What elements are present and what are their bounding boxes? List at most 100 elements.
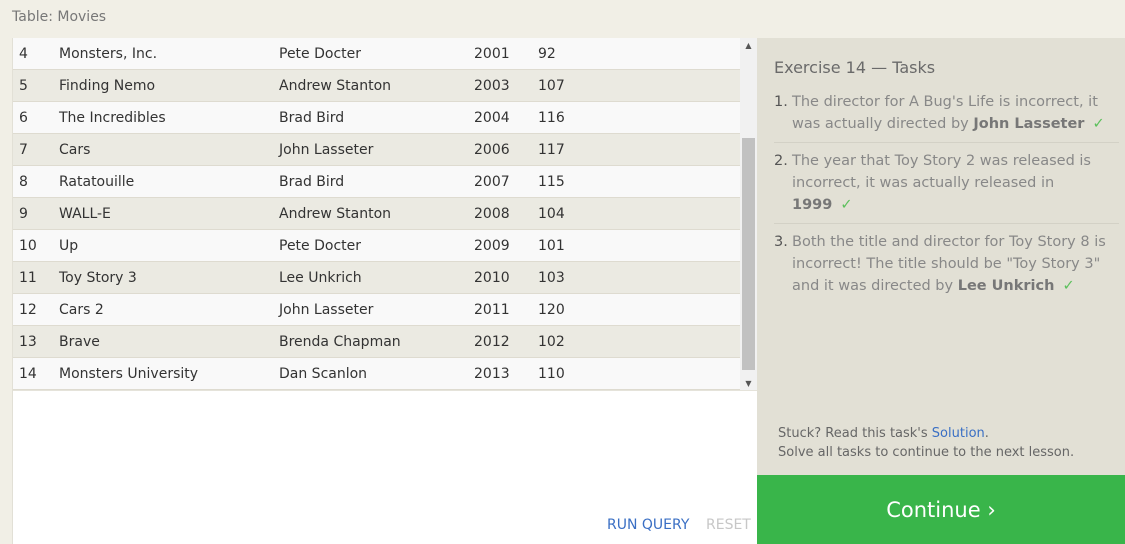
scrollbar-thumb[interactable]: [742, 138, 755, 370]
cell-year: 2003: [474, 77, 510, 94]
task-text-bold: 1999: [792, 197, 833, 213]
scroll-down-arrow-icon[interactable]: ▼: [740, 376, 757, 390]
results-table[interactable]: 4 Monsters, Inc. Pete Docter 2001 92 5 F…: [13, 38, 740, 390]
table-row: 6 The Incredibles Brad Bird 2004 116: [13, 102, 740, 134]
cell-title: Cars 2: [59, 301, 104, 318]
cell-title: Monsters, Inc.: [59, 45, 158, 62]
cell-title: Toy Story 3: [59, 269, 137, 286]
query-results: 4 Monsters, Inc. Pete Docter 2001 92 5 F…: [12, 38, 758, 544]
task-list: 1. The director for A Bug's Life is inco…: [774, 91, 1119, 311]
cell-year: 2009: [474, 237, 510, 254]
cell-director: Lee Unkrich: [279, 269, 362, 286]
cell-title: Finding Nemo: [59, 77, 156, 94]
cell-year: 2012: [474, 333, 510, 350]
stuck-text: Stuck? Read this task's: [778, 426, 932, 441]
cell-director: Brad Bird: [279, 173, 345, 190]
task-text-pre: Both the title and director for Toy Stor…: [792, 234, 1106, 294]
task-number: 2.: [774, 153, 788, 169]
table-row: 14 Monsters University Dan Scanlon 2013 …: [13, 358, 740, 390]
task-number: 1.: [774, 94, 788, 110]
cell-director: Brad Bird: [279, 109, 345, 126]
scroll-up-arrow-icon[interactable]: ▲: [740, 38, 757, 52]
cell-id: 8: [19, 173, 28, 190]
cell-length: 103: [538, 269, 565, 286]
cell-director: Dan Scanlon: [279, 365, 368, 382]
cell-length: 110: [538, 365, 565, 382]
table-row: 4 Monsters, Inc. Pete Docter 2001 92: [13, 38, 740, 70]
cell-id: 10: [19, 237, 37, 254]
table-divider: [13, 390, 758, 391]
cell-year: 2008: [474, 205, 510, 222]
table-scrollbar[interactable]: ▲ ▼: [740, 38, 757, 390]
run-query-button[interactable]: RUN QUERY: [607, 517, 689, 533]
cell-length: 101: [538, 237, 565, 254]
cell-length: 107: [538, 77, 565, 94]
cell-title: Brave: [59, 333, 100, 350]
cell-year: 2010: [474, 269, 510, 286]
cell-length: 104: [538, 205, 565, 222]
cell-id: 7: [19, 141, 28, 158]
table-title: Table: Movies: [12, 9, 107, 25]
cell-director: Andrew Stanton: [279, 205, 392, 222]
cell-length: 116: [538, 109, 565, 126]
cell-length: 102: [538, 333, 565, 350]
cell-title: Cars: [59, 141, 91, 158]
task-text-bold: Lee Unkrich: [957, 278, 1055, 294]
cell-director: Pete Docter: [279, 45, 362, 62]
checkmark-icon: ✓: [1062, 278, 1075, 294]
cell-id: 14: [19, 365, 37, 382]
cell-year: 2004: [474, 109, 510, 126]
cell-title: Monsters University: [59, 365, 199, 382]
cell-id: 11: [19, 269, 37, 286]
table-row: 7 Cars John Lasseter 2006 117: [13, 134, 740, 166]
cell-year: 2001: [474, 45, 510, 62]
cell-id: 6: [19, 109, 28, 126]
cell-id: 5: [19, 77, 28, 94]
task-text: Both the title and director for Toy Stor…: [792, 231, 1119, 297]
cell-id: 4: [19, 45, 28, 62]
task-number: 3.: [774, 234, 788, 250]
continue-button[interactable]: Continue ›: [757, 475, 1125, 544]
task-item: 2. The year that Toy Story 2 was release…: [774, 150, 1119, 224]
table-row: 12 Cars 2 John Lasseter 2011 120: [13, 294, 740, 326]
cell-year: 2007: [474, 173, 510, 190]
stuck-text-end: .: [984, 426, 989, 441]
cell-id: 13: [19, 333, 37, 350]
cell-length: 120: [538, 301, 565, 318]
cell-id: 12: [19, 301, 37, 318]
cell-length: 115: [538, 173, 565, 190]
cell-director: John Lasseter: [279, 301, 374, 318]
task-text-pre: The year that Toy Story 2 was released i…: [792, 153, 1091, 191]
solve-all-text: Solve all tasks to continue to the next …: [778, 445, 1075, 460]
cell-year: 2006: [474, 141, 510, 158]
cell-length: 92: [538, 45, 556, 62]
table-row: 13 Brave Brenda Chapman 2012 102: [13, 326, 740, 358]
task-item: 1. The director for A Bug's Life is inco…: [774, 91, 1119, 143]
exercise-panel: Exercise 14 — Tasks 1. The director for …: [757, 38, 1125, 475]
table-row: 10 Up Pete Docter 2009 101: [13, 230, 740, 262]
solution-link[interactable]: Solution: [932, 426, 985, 441]
cell-year: 2011: [474, 301, 510, 318]
cell-director: John Lasseter: [279, 141, 374, 158]
cell-title: The Incredibles: [59, 109, 166, 126]
cell-director: Brenda Chapman: [279, 333, 401, 350]
task-text: The director for A Bug's Life is incorre…: [792, 91, 1119, 135]
checkmark-icon: ✓: [1092, 116, 1105, 132]
task-item: 3. Both the title and director for Toy S…: [774, 231, 1119, 304]
table-row: 11 Toy Story 3 Lee Unkrich 2010 103: [13, 262, 740, 294]
stuck-line: Stuck? Read this task's Solution.: [778, 424, 1074, 443]
cell-year: 2013: [474, 365, 510, 382]
reset-button[interactable]: RESET: [706, 517, 751, 533]
cell-length: 117: [538, 141, 565, 158]
table-row: 9 WALL-E Andrew Stanton 2008 104: [13, 198, 740, 230]
cell-id: 9: [19, 205, 28, 222]
cell-title: Up: [59, 237, 79, 254]
cell-director: Pete Docter: [279, 237, 362, 254]
task-text-bold: John Lasseter: [973, 116, 1085, 132]
cell-director: Andrew Stanton: [279, 77, 392, 94]
checkmark-icon: ✓: [840, 197, 853, 213]
help-text: Stuck? Read this task's Solution. Solve …: [778, 424, 1074, 462]
task-text: The year that Toy Story 2 was released i…: [792, 150, 1119, 216]
cell-title: WALL-E: [59, 205, 111, 222]
table-row: 5 Finding Nemo Andrew Stanton 2003 107: [13, 70, 740, 102]
